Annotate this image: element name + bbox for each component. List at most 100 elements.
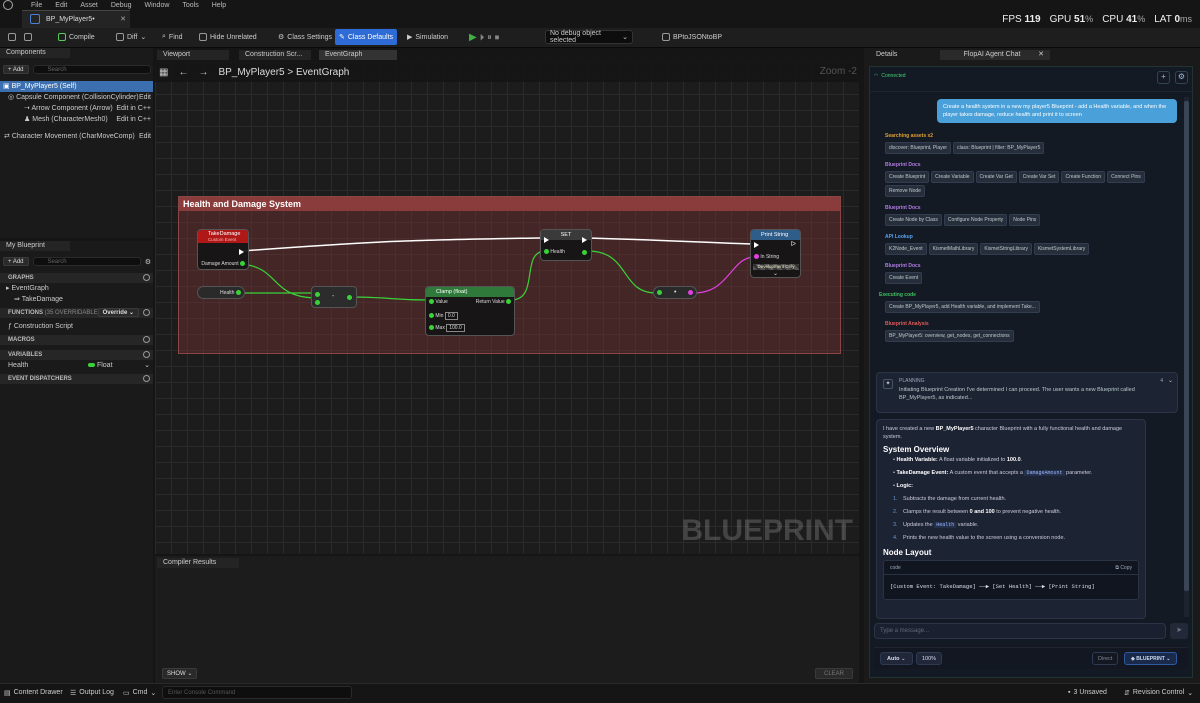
add-graph-icon[interactable] (143, 274, 150, 281)
play-icon[interactable]: ▶ (469, 32, 477, 43)
my-blueprint-search-input[interactable]: Search (32, 257, 141, 266)
edit-in-cpp-link[interactable]: Edit in C++ (116, 103, 151, 114)
node-print-string[interactable]: Print String ᐅ In String Development Onl… (750, 229, 801, 278)
cmd-dropdown[interactable]: ▭ Cmd ⌄ (123, 686, 156, 699)
tool-chip[interactable]: Create Function (1061, 171, 1106, 183)
exec-out-pin[interactable] (239, 249, 244, 255)
add-component-button[interactable]: + Add (3, 65, 29, 74)
console-command-input[interactable]: Enter Console Command (162, 686, 352, 699)
node-take-damage[interactable]: TakeDamage Custom Event Damage Amount (197, 229, 249, 270)
tab-compiler-results[interactable]: Compiler Results (157, 558, 239, 568)
save-button[interactable] (4, 29, 20, 45)
variables-header[interactable]: VARIABLES (0, 350, 153, 360)
add-function-icon[interactable] (143, 309, 150, 316)
tab-construction-script[interactable]: Construction Scr... (239, 50, 311, 60)
tool-chip[interactable]: Node Pins (1009, 214, 1041, 226)
tool-chip[interactable]: BP_MyPlayer5: overview, get_nodes, get_c… (885, 330, 1014, 342)
tool-chip[interactable]: Configure Node Property (943, 214, 1008, 226)
revision-control-button[interactable]: ⇵ Revision Control ⌄ (1124, 686, 1193, 699)
hide-unrelated-button[interactable]: Hide Unrelated (195, 29, 261, 45)
menu-item[interactable]: Edit (55, 2, 67, 9)
tool-chip[interactable]: K2Node_Event (885, 243, 927, 255)
scrollbar-thumb[interactable] (1184, 101, 1189, 591)
menu-item[interactable]: File (31, 2, 42, 9)
graph-item-takedamage[interactable]: ⇒ TakeDamage (0, 294, 153, 305)
content-drawer-button[interactable]: ▤ Content Drawer (4, 686, 63, 699)
edit-link[interactable]: Edit (139, 92, 151, 103)
component-item-movement[interactable]: ⇄ Character Movement (CharMoveComp) Edit (0, 131, 153, 142)
tool-chip[interactable]: KismetMathLibrary (928, 243, 979, 255)
add-member-button[interactable]: + Add (3, 257, 29, 266)
tool-chip[interactable]: class: Blueprint | filter: BP_MyPlayer5 (953, 142, 1045, 154)
float-pin[interactable] (506, 299, 511, 305)
output-log-button[interactable]: ☰ Output Log (70, 686, 114, 699)
copy-button[interactable]: ⧉ Copy (1115, 564, 1132, 572)
graphs-header[interactable]: GRAPHS (0, 273, 153, 283)
browse-button[interactable] (20, 29, 36, 45)
planning-block[interactable]: ✦ PLANNING 4 ⌄ Initiating Blueprint Crea… (876, 372, 1178, 413)
chat-scrollbar[interactable] (1184, 97, 1189, 617)
tab-event-graph[interactable]: EventGraph (319, 50, 397, 60)
min-value-input[interactable]: 0.0 (444, 312, 458, 320)
tool-chip[interactable]: Remove Node (885, 185, 925, 197)
string-pin[interactable] (688, 290, 693, 295)
menu-item[interactable]: Asset (80, 2, 98, 9)
simulation-button[interactable]: ▶ Simulation (403, 29, 452, 45)
class-settings-button[interactable]: ⚙ Class Settings (274, 29, 336, 45)
node-clamp[interactable]: Clamp (float) Value Return Value Min 0.0… (425, 286, 515, 336)
pause-icon[interactable]: ⏸ (487, 32, 492, 43)
tool-chip[interactable]: KismetStringLibrary (980, 243, 1032, 255)
string-pin[interactable] (754, 254, 759, 260)
tab-viewport[interactable]: Viewport (157, 50, 229, 60)
exec-in-pin[interactable] (544, 237, 549, 243)
function-item-construction[interactable]: ƒ Construction Script (0, 321, 153, 332)
find-button[interactable]: ⌕ Find (158, 29, 187, 45)
stop-icon[interactable]: ⏹ (495, 32, 500, 43)
chat-message-input[interactable]: Type a message... (874, 623, 1166, 639)
tool-chip[interactable]: Create Variable (931, 171, 974, 183)
component-item-arrow[interactable]: ➝ Arrow Component (Arrow) Edit in C++ (0, 103, 153, 114)
exec-out-pin[interactable] (582, 237, 587, 243)
tool-chip[interactable]: discover: Blueprint, Player (885, 142, 952, 154)
component-item-capsule[interactable]: ◎ Capsule Component (CollisionCylinder) E… (0, 92, 153, 103)
comment-title[interactable]: Health and Damage System (179, 197, 840, 211)
direct-button[interactable]: Direct (1092, 652, 1119, 665)
tool-chip[interactable]: Create Blueprint (885, 171, 930, 183)
breadcrumb-blueprint[interactable]: BP_MyPlayer5 (218, 67, 284, 78)
node-subtract[interactable]: - (311, 286, 357, 308)
float-pin[interactable] (582, 250, 587, 255)
tab-components[interactable]: Components (0, 48, 70, 58)
exec-out-pin[interactable]: ᐅ (791, 240, 796, 248)
node-get-health[interactable]: Health (197, 286, 245, 299)
tool-chip[interactable]: Create Node by Class (885, 214, 942, 226)
tool-chip[interactable]: Create BP_MyPlayer5, add Health variable… (885, 301, 1040, 313)
compile-button[interactable]: Compile (54, 29, 99, 45)
debug-object-select[interactable]: No debug object selected ⌄ (545, 30, 633, 44)
macros-header[interactable]: MACROS (0, 335, 153, 345)
tab-flopai-chat[interactable]: FlopAI Agent Chat ✕ (940, 50, 1050, 60)
float-pin[interactable] (315, 292, 320, 297)
float-pin[interactable] (544, 249, 549, 255)
edit-in-cpp-link[interactable]: Edit in C++ (116, 114, 151, 125)
functions-header[interactable]: FUNCTIONS (35 OVERRIDABLE) Override ⌄ (0, 308, 153, 318)
close-icon[interactable]: ✕ (1038, 50, 1044, 60)
send-button[interactable]: ➤ (1170, 623, 1188, 639)
max-value-input[interactable]: 100.0 (446, 324, 465, 332)
menu-item[interactable]: Debug (111, 2, 132, 9)
float-pin[interactable] (315, 300, 320, 305)
add-macro-icon[interactable] (143, 336, 150, 343)
new-chat-button[interactable]: + (1157, 71, 1170, 84)
component-item-self[interactable]: ▣ BP_MyPlayer5 (Self) (0, 81, 153, 92)
tab-my-blueprint[interactable]: My Blueprint (0, 241, 70, 251)
chevron-down-icon[interactable]: ⌄ (773, 270, 778, 277)
edit-link[interactable]: Edit (139, 131, 151, 142)
clear-button[interactable]: CLEAR (815, 668, 853, 679)
document-tab[interactable]: BP_MyPlayer5• ✕ (22, 10, 130, 28)
float-pin[interactable] (429, 313, 434, 319)
unsaved-button[interactable]: ▪ 3 Unsaved (1068, 686, 1107, 699)
float-pin[interactable] (236, 290, 241, 295)
bp-to-json-button[interactable]: BPtoJSONtoBP (658, 29, 726, 45)
add-variable-icon[interactable] (143, 351, 150, 358)
mode-dropdown[interactable]: Auto ⌄ (880, 652, 913, 665)
float-pin[interactable] (240, 261, 245, 267)
